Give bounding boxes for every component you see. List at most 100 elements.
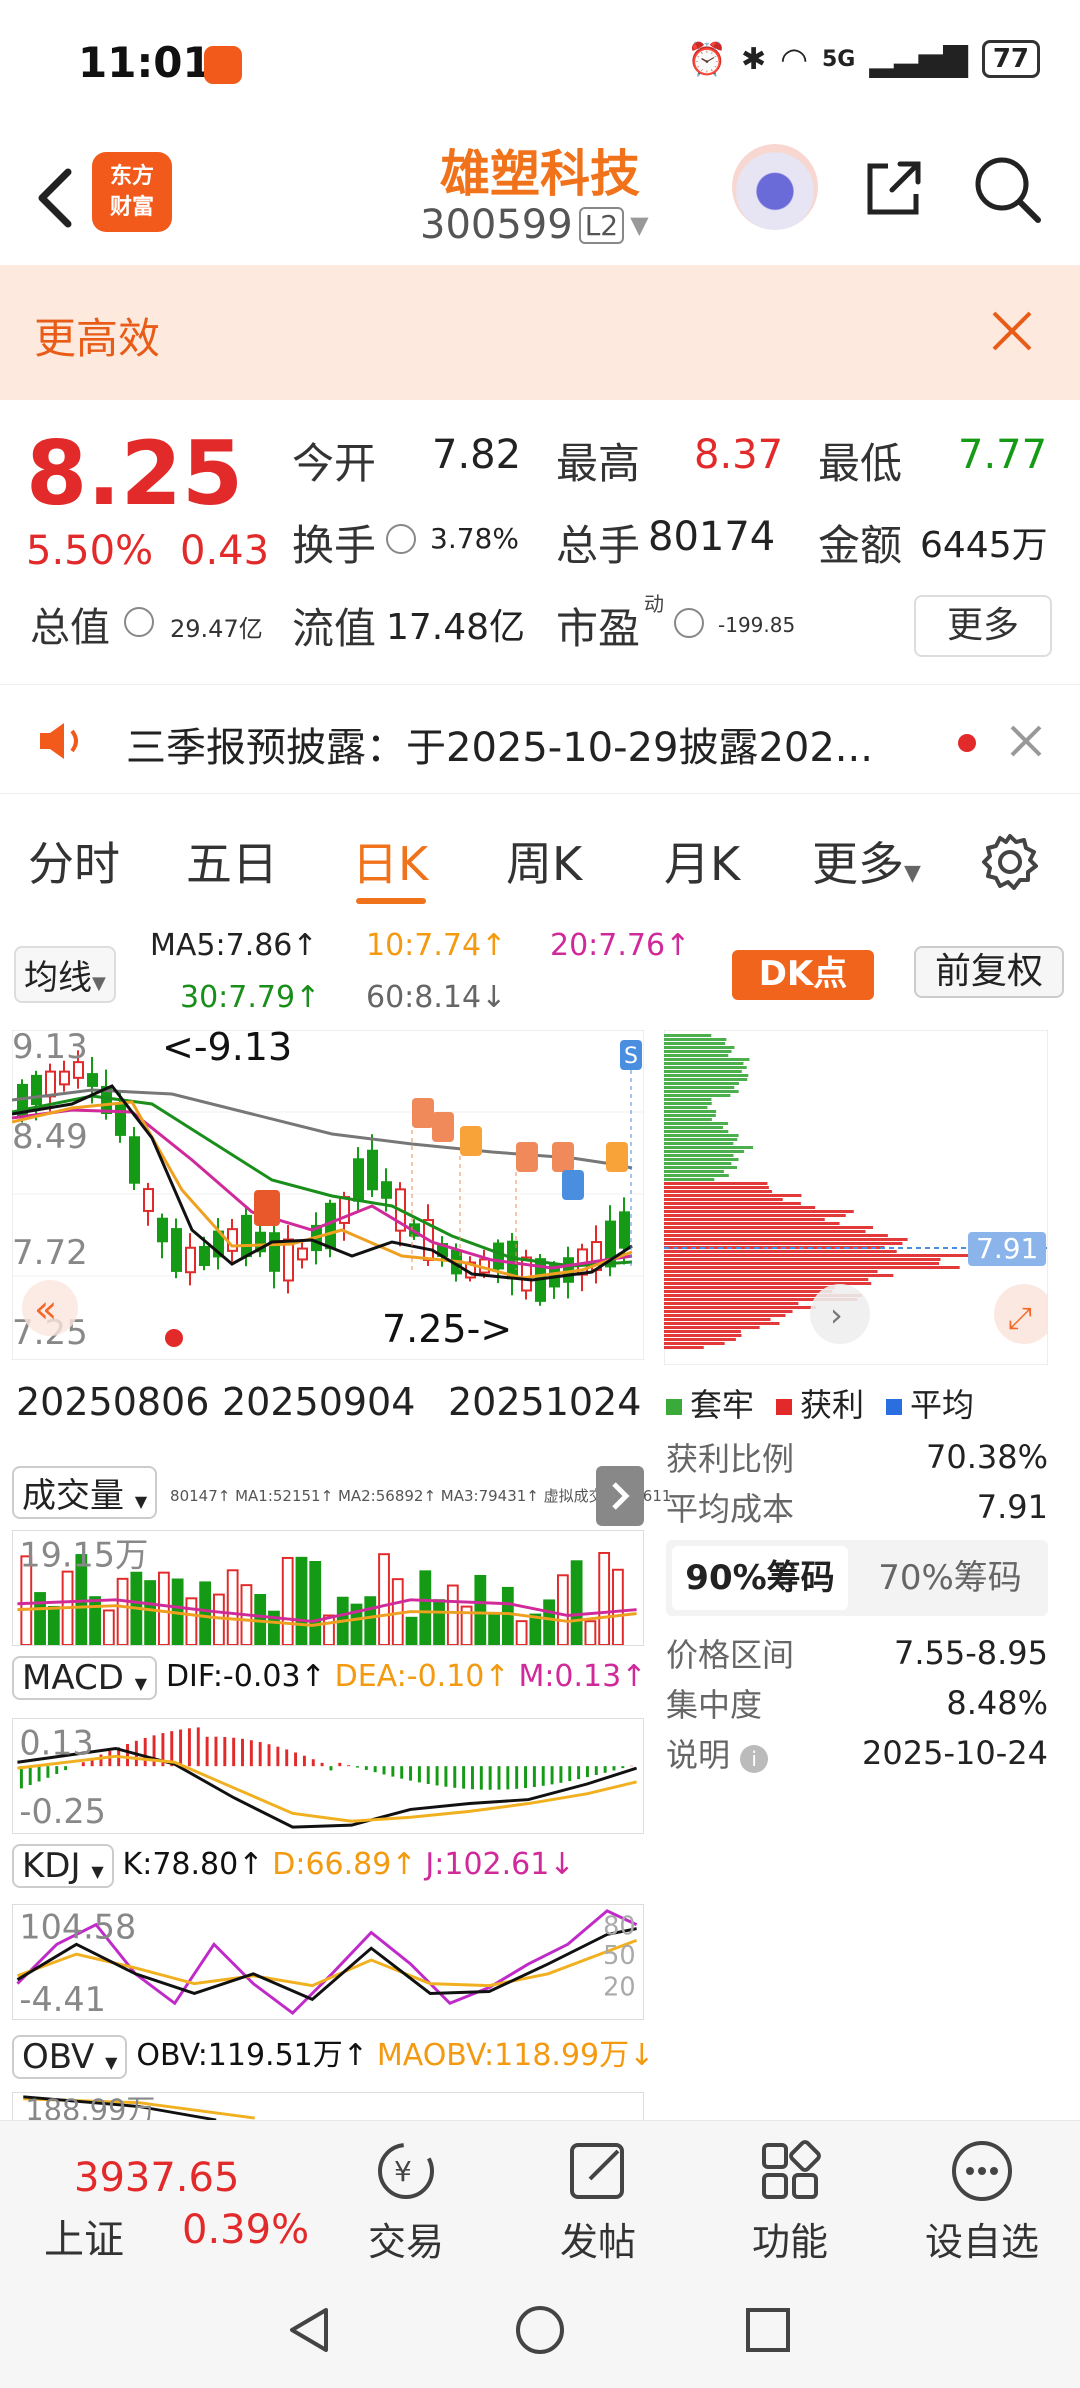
avg-cost-label: 平均成本 [666, 1490, 795, 1528]
chip-bar-profit [664, 1266, 960, 1269]
share-icon[interactable] [858, 152, 930, 224]
close-icon[interactable] [1006, 721, 1046, 761]
kdj-d-line [16, 1939, 638, 1988]
chip-bar-trapped [664, 1066, 747, 1069]
system-back-icon[interactable] [282, 2302, 338, 2358]
chip-bar-profit [664, 1238, 908, 1241]
close-icon[interactable] [984, 303, 1040, 359]
info-icon[interactable] [674, 608, 704, 638]
stock-code: 300599 [420, 202, 573, 248]
chip-bar-trapped [664, 1118, 712, 1121]
chip-bar-trapped [664, 1126, 724, 1129]
indicator-next-button[interactable] [596, 1466, 644, 1526]
nav-add-watchlist-label: 设自选 [924, 2220, 1039, 2264]
wifi-icon: ◠ [780, 40, 808, 78]
tab-monthly-k[interactable]: 月K [664, 828, 740, 894]
ma60-value: 60:8.14↓ [366, 980, 507, 1015]
gear-icon[interactable] [978, 830, 1042, 894]
candle [87, 1073, 98, 1087]
chip-bar-trapped [664, 1098, 712, 1101]
candle [521, 1256, 532, 1292]
volume-bar [102, 1609, 115, 1645]
chip-bar-profit [664, 1278, 869, 1281]
announcement-bar[interactable]: 三季报预披露：于2025-10-29披露202... [0, 684, 1080, 794]
kdj-chart: 104.58 -4.41 80 50 20 [12, 1904, 644, 2020]
system-recents-icon[interactable] [740, 2302, 796, 2358]
sell-signal-badge [562, 1170, 584, 1200]
battery-icon: 77 [981, 40, 1040, 78]
macd-selector[interactable]: MACD ▼ [12, 1656, 158, 1700]
volume-bar [543, 1599, 556, 1645]
ai-assistant-icon[interactable] [732, 144, 818, 230]
buy-signal-badge [412, 1098, 434, 1128]
ma-selector[interactable]: 均线▼ [14, 946, 116, 1003]
kdj-ref-20: 20 [603, 1972, 636, 2002]
float-cap-label: 流值 [292, 604, 377, 653]
low-value: 7.77 [958, 432, 1048, 478]
volume-bar [405, 1616, 418, 1645]
profit-ratio-value: 70.38% [925, 1438, 1048, 1476]
nav-trade[interactable]: ¥ 交易 [336, 2137, 476, 2266]
candle [157, 1217, 168, 1243]
volume-bar [226, 1569, 239, 1645]
candle [129, 1136, 140, 1184]
status-icons: ⏰ ✱ ◠ 5G ▂▃▅▇ 77 [687, 40, 1040, 78]
volume-selector-label: 成交量 [22, 1476, 124, 1516]
tab-chip-90[interactable]: 90%筹码 [672, 1546, 848, 1610]
chip-range-tabs: 90%筹码 70%筹码 [666, 1540, 1048, 1616]
adjustment-button[interactable]: 前复权 [914, 946, 1064, 998]
candlestick-chart[interactable]: 9.13 8.49 7.72 7.25 <-9.13 7.25-> « S [12, 1030, 644, 1360]
ma5-value: MA5:7.86↑ [150, 928, 318, 963]
kdj-selector[interactable]: KDJ ▼ [12, 1844, 114, 1888]
info-icon[interactable] [124, 607, 154, 637]
chip-bar-trapped [664, 1038, 727, 1041]
tab-daily-k[interactable]: 日K [352, 828, 428, 894]
chip-bar-trapped [664, 1178, 715, 1181]
promo-banner[interactable]: 更高效 [0, 265, 1080, 400]
chip-bar-profit [664, 1258, 941, 1261]
chip-bar-trapped [664, 1062, 744, 1065]
obv-chart: 188.99万 [12, 2092, 644, 2120]
info-icon[interactable] [386, 524, 416, 554]
dk-point-button[interactable]: DK点 [732, 950, 874, 1000]
more-dots-icon [952, 2141, 1012, 2201]
tab-intraday[interactable]: 分时 [28, 828, 120, 894]
nav-post[interactable]: 发帖 [528, 2137, 668, 2266]
system-home-icon[interactable] [512, 2302, 568, 2358]
open-value: 7.82 [432, 432, 522, 478]
candle [353, 1158, 364, 1202]
today-dot [165, 1329, 183, 1347]
volume-value: 80174 [648, 514, 776, 560]
announcement-text: 三季报预披露：于2025-10-29披露202... [126, 725, 873, 771]
tab-chip-70[interactable]: 70%筹码 [862, 1546, 1038, 1610]
volume-bar [612, 1568, 624, 1645]
nav-functions[interactable]: 功能 [720, 2137, 860, 2266]
chip-bar-profit [664, 1334, 742, 1337]
chevron-right-icon: › [830, 1296, 843, 1334]
legend-profit: 获利 [776, 1380, 864, 1426]
svg-text:¥: ¥ [394, 2155, 412, 2188]
profit-ratio-label: 获利比例 [666, 1440, 795, 1478]
nav-trade-label: 交易 [367, 2220, 444, 2264]
nav-add-watchlist[interactable]: 设自选 [912, 2137, 1052, 2266]
more-button[interactable]: 更多 [914, 595, 1052, 657]
legend-average: 平均 [886, 1380, 974, 1426]
volume-selector[interactable]: 成交量 ▼ [12, 1466, 158, 1519]
search-icon[interactable] [970, 152, 1046, 228]
obv-selector[interactable]: OBV ▼ [12, 2035, 128, 2079]
chip-bar-profit [664, 1186, 769, 1189]
ma-selector-label: 均线 [24, 958, 92, 998]
macd-y-top: 0.13 [19, 1723, 93, 1762]
avg-cost-tag-label: 7.91 [976, 1232, 1038, 1265]
date-end: 20251024 [448, 1380, 642, 1424]
tab-more[interactable]: 更多▼ [812, 828, 921, 894]
market-cap-value: 29.47亿 [170, 615, 263, 643]
tab-weekly-k[interactable]: 周K [506, 828, 582, 894]
signal-icon: ▂▃▅▇ [869, 40, 968, 78]
bluetooth-icon: ✱ [740, 41, 767, 77]
candle [31, 1074, 42, 1106]
tab-five-day[interactable]: 五日 [186, 828, 278, 894]
macd-selector-label: MACD [22, 1658, 124, 1698]
stock-code-selector[interactable]: 300599 L2 ▼ [420, 202, 649, 248]
note-label[interactable]: 说明 i [666, 1730, 769, 1776]
